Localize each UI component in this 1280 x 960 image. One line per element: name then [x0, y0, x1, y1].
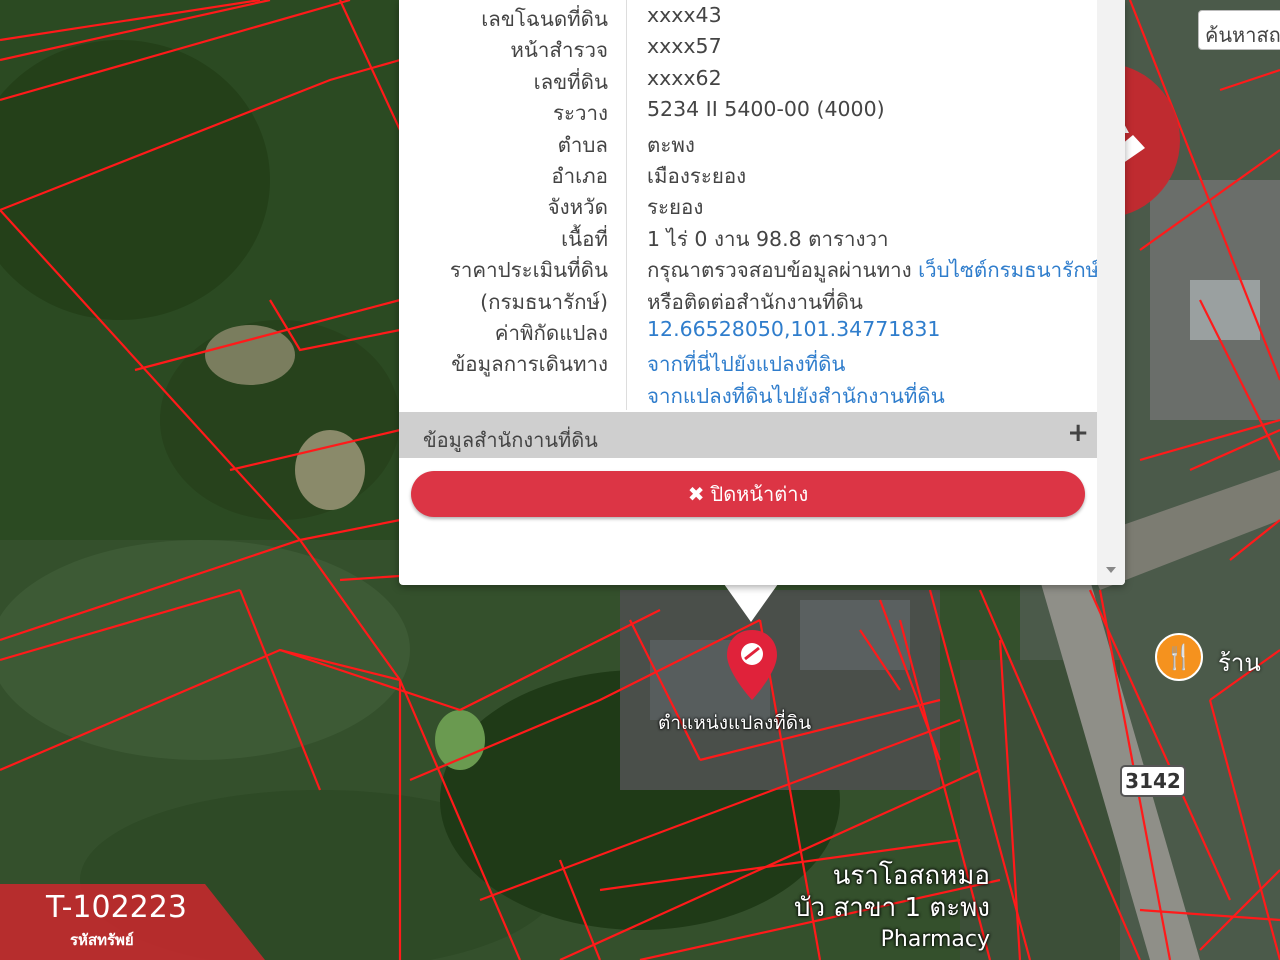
listing-code: T-102223 [46, 890, 187, 925]
restaurant-icon[interactable]: 🍴 [1155, 633, 1203, 681]
directions-to-office-link[interactable]: จากแปลงที่ดินไปยังสำนักงานที่ดิน [647, 380, 945, 413]
place-label[interactable]: นราโอสถหมอ บัว สาขา 1 ตะพง Pharmacy [740, 860, 990, 956]
info-value: xxxx62 [647, 65, 722, 90]
popup-scrollbar[interactable] [1097, 0, 1125, 585]
plus-icon[interactable]: + [1067, 418, 1089, 448]
place-name-line1: นราโอสถหมอ [832, 861, 990, 891]
land-office-section-toggle[interactable]: ข้อมูลสำนักงานที่ดิน + [399, 412, 1097, 458]
coordinates-link[interactable]: 12.66528050,101.34771831 [647, 317, 940, 341]
info-row-map-sheet: ระวาง 5234 II 5400-00 (4000) [399, 94, 1097, 125]
info-row-district: อำเภอ เมืองระยอง [399, 157, 1097, 188]
road-number-badge: 3142 [1120, 765, 1186, 797]
land-office-section-label: ข้อมูลสำนักงานที่ดิน [423, 428, 598, 452]
close-button-label: ปิดหน้าต่าง [710, 482, 809, 506]
info-row-directions-2: จากแปลงที่ดินไปยังสำนักงานที่ดิน [399, 377, 1097, 408]
info-row-appraisal-2: (กรมธนารักษ์) หรือติดต่อสำนักงานที่ดิน [399, 283, 1097, 314]
info-row-subdistrict: ตำบล ตะพง [399, 126, 1097, 157]
info-value: 5234 II 5400-00 (4000) [647, 97, 885, 122]
info-row-appraisal: ราคาประเมินที่ดิน กรุณาตรวจสอบข้อมูลผ่าน… [399, 251, 1099, 283]
times-icon: ✖ [687, 482, 705, 506]
place-name-line3: Pharmacy [880, 927, 990, 952]
info-row-area: เนื้อที่ 1 ไร่ 0 งาน 98.8 ตารางวา [399, 220, 1097, 251]
search-input[interactable]: ค้นหาสถ [1198, 10, 1280, 50]
map-pin-icon[interactable] [724, 628, 780, 702]
info-row-coordinates: ค่าพิกัดแปลง 12.66528050,101.34771831 [399, 314, 1097, 345]
info-value: xxxx43 [647, 3, 722, 27]
info-row-survey-page: หน้าสำรวจ xxxx57 [399, 31, 1097, 62]
treasury-website-link[interactable]: เว็บไซต์กรมธนารักษ์ [918, 258, 1099, 282]
pin-caption: ตำแหน่งแปลงที่ดิน [658, 712, 812, 734]
close-window-button[interactable]: ✖ ปิดหน้าต่าง [411, 471, 1085, 517]
place-name-line2: บัว สาขา 1 ตะพง [794, 893, 990, 923]
info-row-province: จังหวัด ระยอง [399, 188, 1097, 219]
poi-label[interactable]: ร้าน [1218, 643, 1261, 682]
info-value: xxxx57 [647, 34, 722, 59]
popup-pointer [724, 584, 778, 622]
info-row-land-number: เลขที่ดิน xxxx62 [399, 63, 1097, 94]
listing-code-caption: รหัสทรัพย์ [70, 931, 134, 949]
info-row-deed-number: เลขโฉนดที่ดิน xxxx43 [399, 0, 1097, 31]
parcel-info-popup: เลขโฉนดที่ดิน xxxx43 หน้าสำรวจ xxxx57 เล… [399, 0, 1125, 585]
scroll-down-icon[interactable] [1106, 567, 1116, 573]
appraisal-text: กรุณาตรวจสอบข้อมูลผ่านทาง [647, 258, 912, 283]
parcel-info-table: เลขโฉนดที่ดิน xxxx43 หน้าสำรวจ xxxx57 เล… [399, 0, 1099, 408]
info-row-directions: ข้อมูลการเดินทาง จากที่นี่ไปยังแปลงที่ดิ… [399, 345, 1097, 376]
